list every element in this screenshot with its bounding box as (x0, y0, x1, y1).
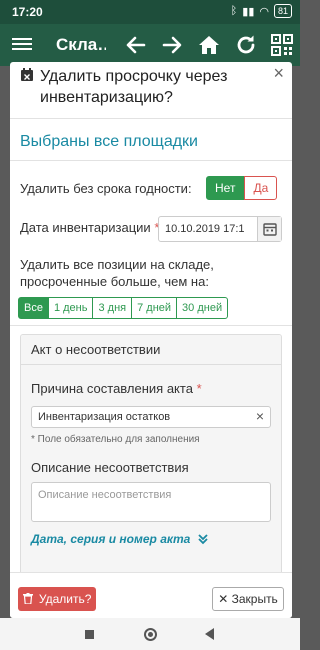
menu-icon[interactable] (12, 35, 32, 55)
range-all-button[interactable]: Все (18, 297, 49, 319)
bluetooth-icon: ᛒ (230, 5, 238, 17)
range-1-day-button[interactable]: 1 день (47, 297, 94, 319)
section-title: Выбраны все площадки (20, 133, 198, 150)
wifi-icon: ◠ (259, 5, 269, 18)
app-title: Скла… (56, 35, 106, 54)
inventory-date-label: Дата инвентаризации * (20, 220, 160, 235)
forward-arrow-icon[interactable] (160, 33, 184, 57)
modal-footer: Удалить? ✕ Закрыть (10, 572, 292, 618)
signal-icon: ▮▮ (242, 5, 255, 18)
act-panel-body: Причина составления акта * Инвентаризаци… (21, 366, 281, 579)
range-7-days-button[interactable]: 7 дней (131, 297, 178, 319)
description-placeholder: Описание несоответствия (38, 489, 172, 501)
battery-icon: 81 (273, 4, 292, 18)
act-details-link[interactable]: Дата, серия и номер акта (31, 532, 209, 546)
divider (10, 325, 292, 326)
inventory-date-value: 10.10.2019 17:1 (165, 223, 245, 235)
toggle-no-button[interactable]: Нет (206, 176, 245, 200)
no-expiry-toggle: Нет Да (206, 176, 278, 200)
reason-clear-icon[interactable]: × (256, 408, 264, 424)
back-nav-icon[interactable] (205, 628, 214, 640)
divider (10, 118, 292, 119)
description-textarea[interactable]: Описание несоответствия (31, 482, 271, 522)
act-panel-title: Акт о несоответствии (21, 335, 281, 365)
modal-title: Удалить просрочку через инвентаризацию? (40, 68, 228, 106)
modal-close-icon[interactable]: × (273, 63, 284, 84)
close-x-icon: ✕ (218, 592, 229, 606)
reason-select[interactable]: Инвентаризация остатков × (31, 406, 271, 428)
system-nav-bar (0, 618, 300, 650)
modal-header: Удалить просрочку через инвентаризацию? … (10, 62, 292, 116)
required-note: * Поле обязательно для заполнения (31, 434, 200, 445)
date-picker-button[interactable] (257, 217, 281, 241)
calendar-icon (263, 223, 277, 236)
calendar-x-icon (21, 68, 33, 81)
expiry-range-group: Все 1 день 3 дня 7 дней 30 дней (18, 297, 229, 319)
app-bar: Скла… (0, 24, 300, 66)
act-panel: Акт о несоответствии Причина составления… (20, 334, 282, 580)
no-expiry-label: Удалить без срока годности: (20, 181, 192, 196)
back-arrow-icon[interactable] (124, 33, 148, 57)
status-bar: 17:20 ᛒ ▮▮ ◠ 81 (0, 0, 300, 24)
home-icon[interactable] (197, 33, 221, 57)
qr-code-icon[interactable] (270, 33, 294, 57)
reason-label: Причина составления акта * (31, 381, 202, 396)
home-nav-icon[interactable] (144, 628, 157, 641)
range-label-line2: просроченные больше, чем на: (20, 274, 209, 289)
status-icons: ᛒ ▮▮ ◠ 81 (231, 4, 292, 18)
status-time: 17:20 (12, 5, 43, 19)
trash-icon (22, 593, 33, 605)
close-button[interactable]: ✕ Закрыть (212, 587, 284, 611)
divider (10, 160, 292, 161)
inventory-date-input[interactable]: 10.10.2019 17:1 (158, 216, 282, 242)
range-label-line1: Удалить все позиции на складе, (20, 257, 214, 272)
refresh-icon[interactable] (234, 33, 258, 57)
recent-apps-icon[interactable] (85, 630, 94, 639)
reason-value: Инвентаризация остатков (38, 411, 171, 423)
double-chevron-down-icon (198, 534, 208, 545)
delete-button[interactable]: Удалить? (18, 587, 96, 611)
delete-expired-modal: Удалить просрочку через инвентаризацию? … (10, 62, 292, 618)
range-30-days-button[interactable]: 30 дней (176, 297, 229, 319)
toggle-yes-button[interactable]: Да (244, 176, 278, 200)
description-label: Описание несоответствия (31, 460, 189, 475)
range-3-days-button[interactable]: 3 дня (92, 297, 133, 319)
